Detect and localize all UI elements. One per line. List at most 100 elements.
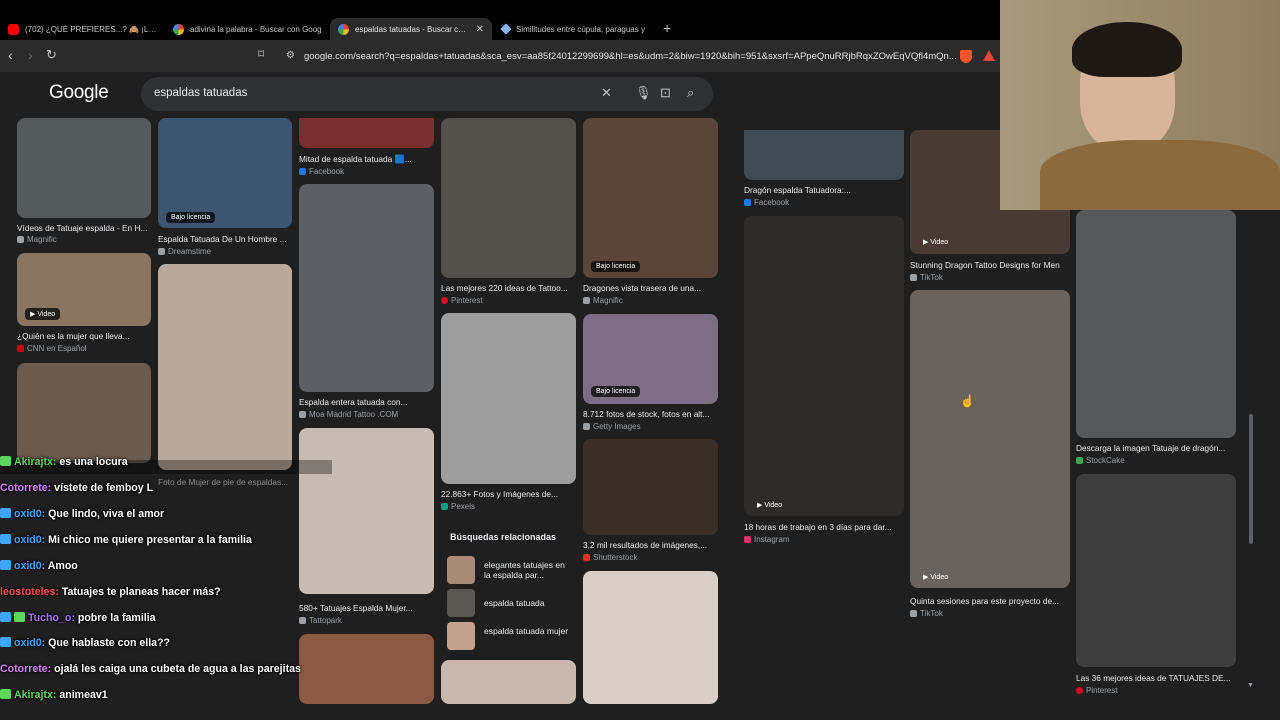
result-caption[interactable]: Espalda Tatuada De Un Hombre ... (158, 234, 292, 244)
search-icon[interactable]: ⌕ (687, 85, 694, 101)
gemini-icon (500, 23, 512, 35)
result-caption[interactable]: Dragón espalda Tatuadora:... (744, 185, 904, 195)
result-source: Shutterstock (583, 553, 637, 562)
result-thumbnail[interactable]: Bajo licencia (158, 118, 292, 228)
result-thumbnail[interactable] (583, 439, 718, 535)
result-caption[interactable]: ¿Quién es la mujer que lleva... (17, 331, 151, 341)
result-thumbnail[interactable] (17, 118, 151, 218)
brave-shield-icon[interactable] (960, 50, 972, 63)
result-thumbnail[interactable]: Bajo licencia (583, 118, 718, 278)
tiktok-icon (910, 610, 917, 617)
result-source: Dreamstime (158, 247, 211, 256)
forward-arrow-icon[interactable]: › (28, 47, 33, 63)
google-logo[interactable]: Google (49, 82, 109, 104)
related-searches-title: Búsquedas relacionadas (450, 532, 557, 542)
result-source: Pexels (441, 502, 475, 511)
tab-espaldas-active[interactable]: espaldas tatuadas - Buscar con G ✕ (330, 18, 492, 40)
warning-icon[interactable] (983, 50, 995, 61)
result-caption[interactable]: 3,2 mil resultados de imágenes,... (583, 540, 718, 550)
shutterstock-icon (583, 554, 590, 561)
scroll-down-icon[interactable]: ▼ (1247, 682, 1254, 689)
search-box[interactable]: espaldas tatuadas ✕ 🎙︎ ⊡ ⌕ (141, 77, 713, 111)
result-caption[interactable]: 8.712 fotos de stock, fotos en alt... (583, 409, 718, 419)
search-input[interactable]: espaldas tatuadas (154, 87, 247, 99)
microphone-icon[interactable]: 🎙︎ (635, 85, 652, 101)
tiktok-icon (910, 274, 917, 281)
result-thumbnail[interactable]: Bajo licencia (583, 314, 718, 404)
result-caption[interactable]: Dragones vista trasera de una... (583, 283, 718, 293)
result-thumbnail[interactable] (1076, 474, 1236, 667)
related-searches: Búsquedas relacionadas elegantes tatuaje… (441, 523, 576, 655)
result-source: StockCake (1076, 456, 1125, 465)
pinterest-icon (441, 297, 448, 304)
video-badge: ▶ Video (923, 239, 949, 246)
scrollbar-thumb[interactable] (1249, 414, 1253, 544)
tab-similitudes[interactable]: Similitudes entre cúpula, paraguas y (494, 18, 659, 40)
result-caption[interactable]: Quinta sesiones para este proyecto de... (910, 596, 1070, 606)
clear-icon[interactable]: ✕ (601, 85, 612, 101)
result-source: Pinterest (1076, 686, 1118, 695)
diamond-badge-icon (0, 560, 11, 570)
related-thumbnail (447, 622, 475, 650)
back-arrow-icon[interactable]: ‹ (8, 47, 13, 63)
result-thumbnail[interactable] (441, 660, 576, 704)
result-caption[interactable]: Las 36 mejores ideas de TATUAJES DE... (1076, 673, 1236, 683)
result-thumbnail[interactable] (441, 118, 576, 278)
reload-icon[interactable]: ↻ (46, 47, 57, 63)
result-source: Pinterest (441, 296, 483, 305)
result-thumbnail[interactable] (441, 313, 576, 484)
result-caption[interactable]: 18 horas de trabajo en 3 días para dar..… (744, 522, 904, 532)
source-icon (583, 423, 590, 430)
tab-adivina[interactable]: adivina la palabra - Buscar con Goog (165, 18, 330, 40)
video-badge: ▶ Video (25, 308, 61, 320)
tab-label: (702) ¿QUÉ PREFIERES...? 🙈 ¡Las 50 (25, 24, 157, 34)
related-item[interactable]: espalda tatuada mujer (447, 622, 572, 652)
result-thumbnail[interactable]: ▶ Video (17, 253, 151, 326)
address-bar[interactable]: ⚙ google.com/search?q=espaldas+tatuadas&… (280, 45, 1000, 67)
result-thumbnail[interactable] (744, 130, 904, 180)
related-item[interactable]: espalda tatuada (447, 589, 572, 619)
result-thumbnail[interactable]: ▶ Video (910, 290, 1070, 588)
result-source: Instagram (744, 535, 790, 544)
result-thumbnail[interactable]: ▶ Video (744, 216, 904, 516)
chat-message: Akirajtx: animeav1 (0, 689, 108, 709)
source-icon (17, 345, 24, 352)
result-caption[interactable]: 22.863+ Fotos y Imágenes de... (441, 489, 576, 499)
result-caption[interactable]: Stunning Dragon Tattoo Designs for Men (910, 260, 1070, 270)
bookmark-icon[interactable]: ⌑ (258, 47, 264, 61)
streamer-hair (1072, 22, 1182, 77)
tab-label: Similitudes entre cúpula, paraguas y (516, 24, 645, 34)
result-source: Getty Images (583, 422, 641, 431)
result-caption[interactable]: Descarga la imagen Tatuaje de dragón... (1076, 443, 1236, 453)
result-thumbnail[interactable] (299, 184, 434, 392)
badge-icon (0, 456, 11, 466)
facebook-icon (744, 199, 751, 206)
result-thumbnail[interactable] (583, 571, 718, 704)
google-icon (338, 23, 349, 35)
camera-search-icon[interactable]: ⊡ (660, 85, 671, 101)
source-icon (299, 411, 306, 418)
new-tab-button[interactable]: + (663, 20, 671, 36)
chat-message: oxid0: Que lindo, viva el amor (0, 508, 164, 528)
streamer-hoodie (1040, 140, 1280, 210)
source-icon (158, 248, 165, 255)
mouse-cursor-icon: ☝ (960, 394, 975, 408)
close-tab-icon[interactable]: ✕ (470, 24, 484, 35)
result-caption[interactable]: Mitad de espalda tatuada 🟦... (299, 154, 434, 165)
result-caption[interactable]: Las mejores 220 ideas de Tattoo... (441, 283, 576, 293)
result-thumbnail[interactable] (1076, 210, 1236, 438)
result-caption[interactable]: Vídeos de Tatuaje espalda - En H... (17, 223, 151, 233)
related-item[interactable]: elegantes tatuajes en la espalda par... (447, 556, 572, 586)
result-source: Magnific (17, 235, 57, 244)
pexels-icon (441, 503, 448, 510)
site-info-icon[interactable]: ⚙ (286, 50, 295, 61)
related-thumbnail (447, 589, 475, 617)
tab-youtube[interactable]: (702) ¿QUÉ PREFIERES...? 🙈 ¡Las 50 (0, 18, 165, 40)
result-source: Magnific (583, 296, 623, 305)
result-thumbnail[interactable] (299, 118, 434, 148)
chat-message: Cotorrete: vístete de femboy L (0, 482, 154, 494)
result-thumbnail[interactable] (17, 363, 151, 463)
result-caption[interactable]: Espalda entera tatuada con... (299, 397, 434, 407)
result-thumbnail[interactable] (158, 264, 292, 470)
diamond-badge-icon (0, 637, 11, 647)
